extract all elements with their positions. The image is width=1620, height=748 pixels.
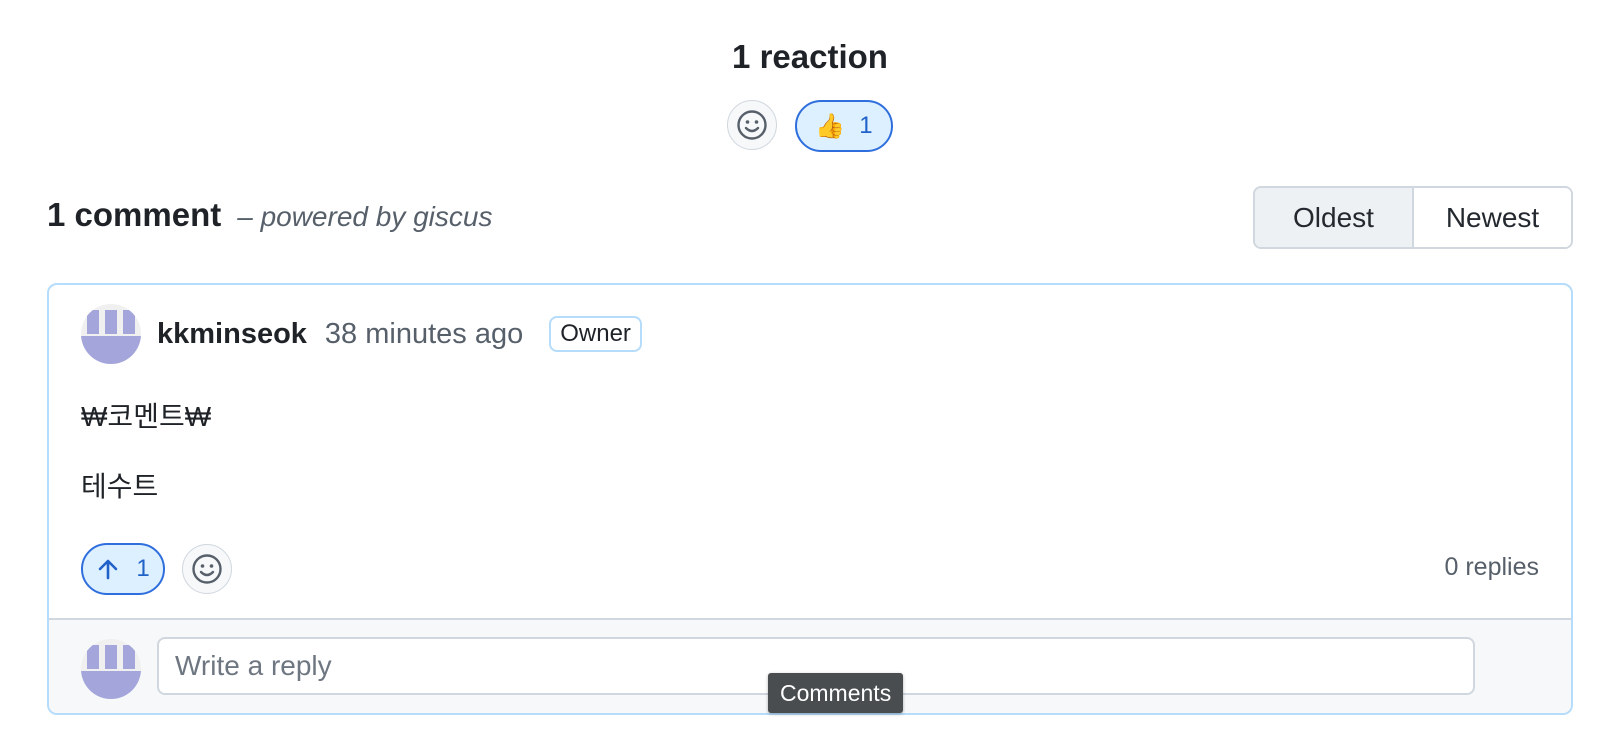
owner-badge: Owner [549,316,642,352]
comment-timestamp[interactable]: 38 minutes ago [325,318,523,351]
arrow-up-icon [99,559,118,580]
reaction-bar: 👍 1 [0,100,1620,152]
comments-tooltip: Comments [768,673,904,713]
thumbs-up-icon: 👍 [815,112,846,140]
sort-toggle: Oldest Newest [1253,186,1573,249]
upvote-count: 1 [136,555,150,582]
smiley-icon [737,110,768,140]
thumbs-up-reaction-button[interactable]: 👍 1 [795,100,893,152]
upvote-button[interactable]: 1 [81,543,165,595]
sort-oldest-button[interactable]: Oldest [1255,188,1414,247]
comment-body-line: ₩코멘트₩ [81,401,212,432]
avatar-identicon [81,304,141,364]
comment-count: 1 comment [47,196,222,233]
comment-header: kkminseok 38 minutes ago Owner [81,304,642,364]
comment-add-reaction-button[interactable] [182,544,232,594]
thumbs-up-count: 1 [859,112,873,139]
comment-card: kkminseok 38 minutes ago Owner ₩코멘트₩ 테수트… [47,283,1573,715]
replies-count: 0 replies [1444,553,1540,581]
reactions-title: 1 reaction [732,38,888,75]
smiley-icon [192,554,222,584]
comment-author[interactable]: kkminseok [157,318,307,351]
sort-newest-button[interactable]: Newest [1414,188,1571,247]
reply-avatar [81,639,141,699]
avatar-identicon [81,639,141,699]
powered-by-text: – powered by giscus [237,201,493,232]
avatar[interactable] [81,304,141,364]
comment-count-line: 1 comment – powered by giscus [47,196,492,234]
add-reaction-button[interactable] [727,100,778,150]
comment-body-line: 테수트 [81,471,159,502]
